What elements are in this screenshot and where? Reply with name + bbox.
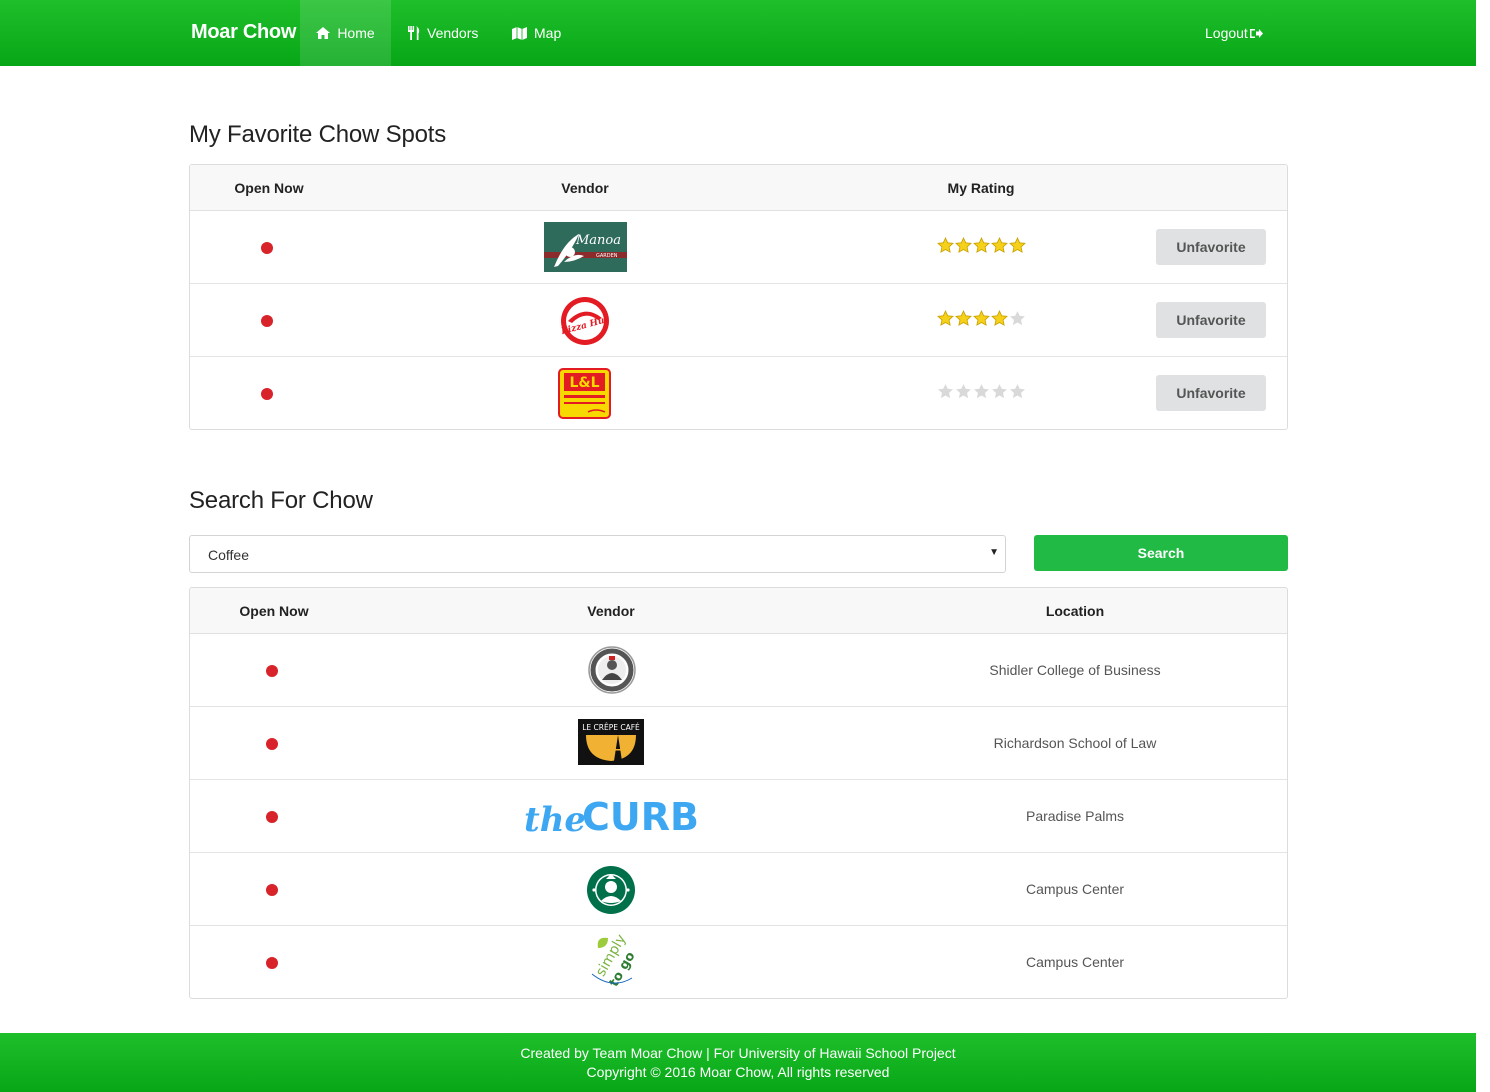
nav-home[interactable]: Home <box>300 0 391 66</box>
location-text: Paradise Palms <box>1025 808 1125 824</box>
header-open-now: Open Now <box>234 180 304 196</box>
star-icon[interactable] <box>1009 237 1026 254</box>
open-status-dot <box>266 738 278 750</box>
star-icon[interactable] <box>991 237 1008 254</box>
home-icon <box>316 27 331 39</box>
table-row: the CURB Paradise Palms <box>190 780 1287 853</box>
header-open-now: Open Now <box>239 603 309 619</box>
svg-text:the: the <box>524 800 586 838</box>
nav-vendors-label: Vendors <box>427 25 479 41</box>
sign-out-icon <box>1249 28 1263 38</box>
header-vendor: Vendor <box>587 603 635 619</box>
star-icon[interactable] <box>937 383 954 400</box>
star-icon[interactable] <box>937 237 954 254</box>
open-status-dot <box>266 957 278 969</box>
bean-counter-logo[interactable] <box>588 646 636 694</box>
star-icon[interactable] <box>991 310 1008 327</box>
star-icon[interactable] <box>973 310 990 327</box>
open-status-dot <box>266 884 278 896</box>
table-row: simply to go Campus Center <box>190 926 1287 998</box>
star-icon[interactable] <box>1009 383 1026 400</box>
the-curb-logo[interactable]: the CURB <box>522 796 707 838</box>
star-icon[interactable] <box>937 310 954 327</box>
brand-logo[interactable]: Moar Chow <box>191 21 296 44</box>
open-status-dot <box>266 665 278 677</box>
le-crepe-cafe-logo[interactable]: LE CRÊPE CAFÉ <box>578 719 644 765</box>
star-icon[interactable] <box>955 310 972 327</box>
top-navbar: Moar Chow Home Vendors Map Logout <box>0 0 1476 66</box>
nav-vendors[interactable]: Vendors <box>408 0 478 66</box>
open-status-dot <box>261 388 273 400</box>
map-icon <box>512 26 527 40</box>
starbucks-logo[interactable] <box>586 865 636 915</box>
favorites-table-header: Open Now Vendor My Rating <box>190 165 1287 211</box>
favorites-heading: My Favorite Chow Spots <box>189 121 447 148</box>
open-status-dot <box>266 811 278 823</box>
location-text: Richardson School of Law <box>993 735 1157 751</box>
star-icon[interactable] <box>955 383 972 400</box>
open-status-dot <box>261 315 273 327</box>
location-text: Shidler College of Business <box>989 662 1161 678</box>
header-location: Location <box>1045 603 1105 619</box>
table-row: Shidler College of Business <box>190 634 1287 707</box>
rating-stars[interactable] <box>937 383 1026 400</box>
table-row: Manoa GARDEN Unfavorite <box>190 211 1287 284</box>
unfavorite-button[interactable]: Unfavorite <box>1156 375 1266 411</box>
pizza-hut-logo[interactable]: Pizza Hut <box>560 296 610 346</box>
header-my-rating: My Rating <box>947 180 1015 196</box>
star-icon[interactable] <box>973 383 990 400</box>
footer-copyright: Copyright © 2016 Moar Chow, All rights r… <box>586 1064 890 1080</box>
unfavorite-button[interactable]: Unfavorite <box>1156 229 1266 265</box>
table-row: Campus Center <box>190 853 1287 926</box>
favorites-table: Open Now Vendor My Rating Manoa GARDEN U… <box>189 164 1288 430</box>
manoa-garden-logo[interactable]: Manoa GARDEN <box>544 222 627 272</box>
open-status-dot <box>261 242 273 254</box>
l-and-l-logo[interactable]: L&L <box>558 368 611 419</box>
search-results-table: Open Now Vendor Location Shidler College… <box>189 587 1288 999</box>
svg-text:LE CRÊPE CAFÉ: LE CRÊPE CAFÉ <box>582 723 640 732</box>
nav-map-label: Map <box>534 25 562 41</box>
nav-home-label: Home <box>337 25 375 41</box>
header-vendor: Vendor <box>561 180 609 196</box>
star-icon[interactable] <box>955 237 972 254</box>
rating-stars[interactable] <box>937 237 1026 254</box>
star-icon[interactable] <box>1009 310 1026 327</box>
location-text: Campus Center <box>1025 881 1125 897</box>
nav-map[interactable]: Map <box>512 0 561 66</box>
footer-credits: Created by Team Moar Chow | For Universi… <box>520 1045 956 1061</box>
star-icon[interactable] <box>973 237 990 254</box>
location-text: Campus Center <box>1025 954 1125 970</box>
table-row: L&L Unfavorite <box>190 357 1287 429</box>
table-row: Pizza Hut Unfavorite <box>190 284 1287 357</box>
utensils-icon <box>408 26 420 40</box>
caret-down-icon: ▼ <box>989 547 999 558</box>
search-heading: Search For Chow <box>189 487 373 514</box>
table-row: LE CRÊPE CAFÉ Richardson School of Law <box>190 707 1287 780</box>
results-table-header: Open Now Vendor Location <box>190 588 1287 634</box>
star-icon[interactable] <box>991 383 1008 400</box>
page-footer: Created by Team Moar Chow | For Universi… <box>0 1033 1476 1092</box>
svg-text:CURB: CURB <box>582 796 699 838</box>
category-select-value: Coffee <box>208 547 249 563</box>
logout-label: Logout <box>1205 25 1248 41</box>
logout-link[interactable]: Logout <box>1205 0 1263 66</box>
simply-to-go-logo[interactable]: simply to go <box>586 934 638 990</box>
search-button[interactable]: Search <box>1034 535 1288 571</box>
svg-text:GARDEN: GARDEN <box>596 253 618 259</box>
rating-stars[interactable] <box>937 310 1026 327</box>
svg-text:L&L: L&L <box>569 375 599 391</box>
category-select[interactable]: Coffee ▼ <box>189 535 1006 573</box>
svg-text:Manoa: Manoa <box>575 233 621 248</box>
unfavorite-button[interactable]: Unfavorite <box>1156 302 1266 338</box>
